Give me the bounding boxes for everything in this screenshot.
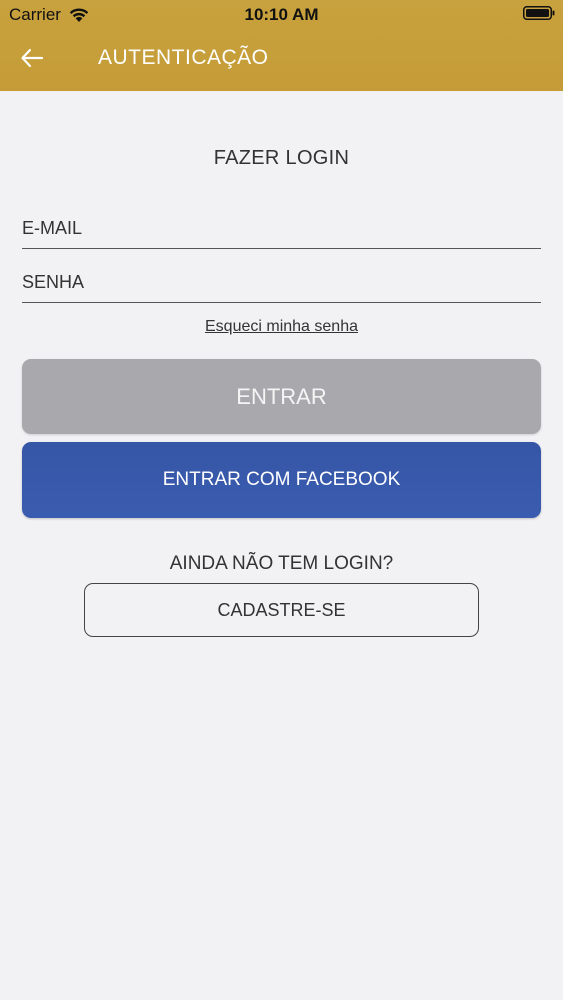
battery-icon [523, 6, 555, 20]
status-time: 10:10 AM [244, 5, 319, 24]
app-header: Carrier 10:10 AM AUTENTICAÇÃO [0, 0, 563, 91]
facebook-login-button[interactable]: ENTRAR COM FACEBOOK [22, 442, 541, 518]
forgot-password-link[interactable]: Esqueci minha senha [0, 318, 563, 336]
status-bar: Carrier 10:10 AM [0, 0, 563, 30]
page-header-title: AUTENTICAÇÃO [98, 46, 269, 69]
password-field[interactable] [22, 262, 541, 303]
no-account-question: AINDA NÃO TEM LOGIN? [169, 553, 394, 574]
email-field[interactable] [22, 208, 541, 249]
navigation-bar: AUTENTICAÇÃO [0, 30, 563, 90]
arrow-left-icon[interactable] [18, 44, 46, 72]
register-button[interactable]: CADASTRE-SE [84, 583, 479, 637]
login-button[interactable]: ENTRAR [22, 359, 541, 434]
login-title: FAZER LOGIN [213, 147, 350, 169]
